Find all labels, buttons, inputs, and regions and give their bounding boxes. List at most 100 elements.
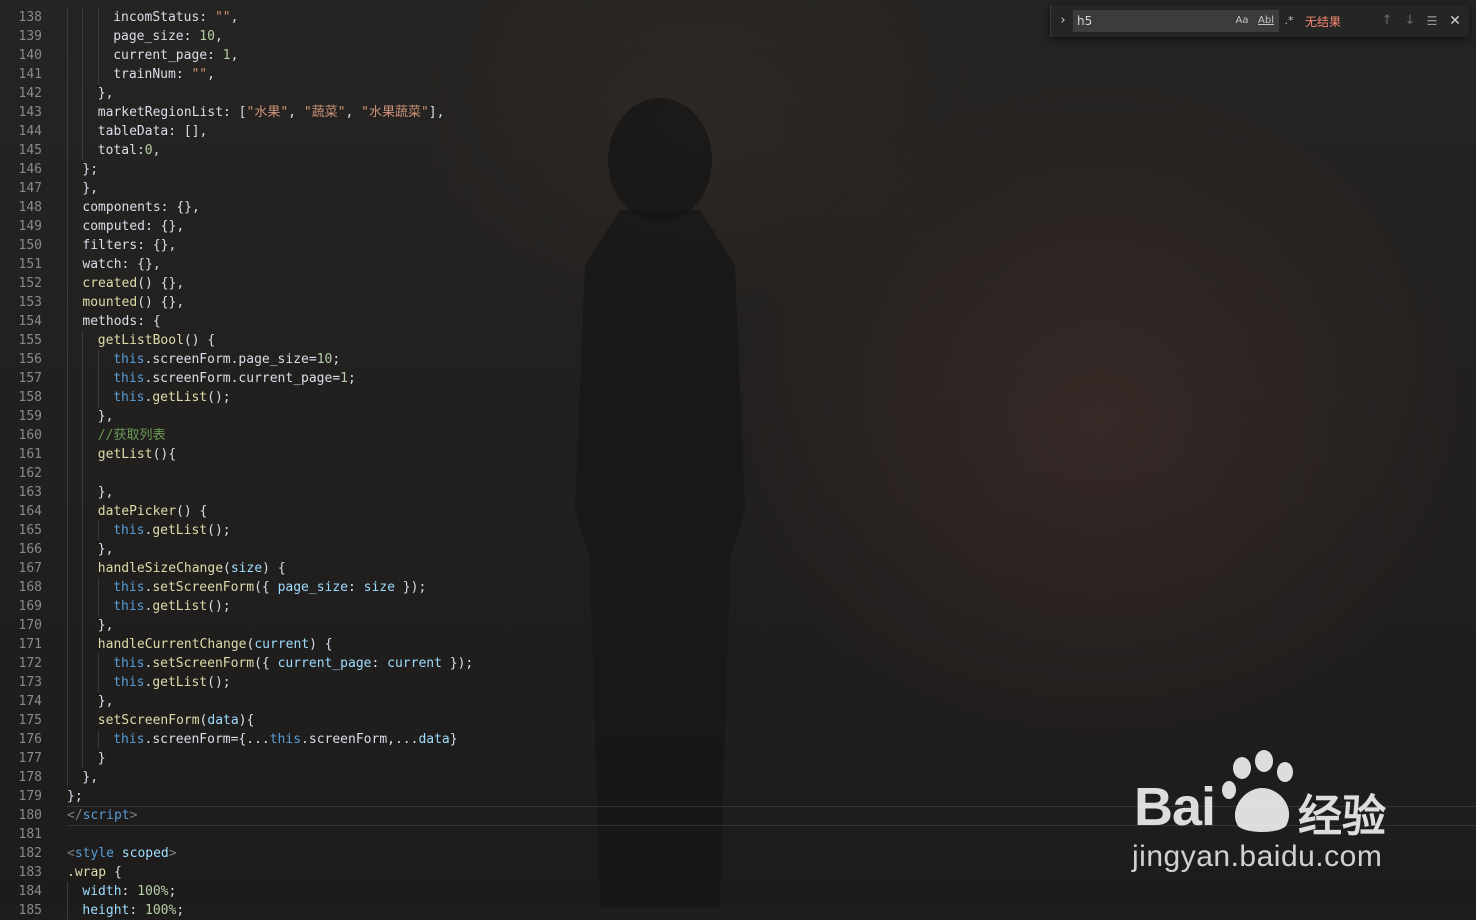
code-token: ;: [176, 903, 185, 918]
indent-guide: [67, 274, 68, 293]
code-token: watch: [82, 257, 122, 272]
code-line[interactable]: 163},: [0, 483, 1476, 502]
indent-guide: [67, 730, 68, 749]
code-line[interactable]: 162: [0, 464, 1476, 483]
code-line[interactable]: 164 datePicker() {: [0, 502, 1476, 521]
indent-guide: [67, 122, 68, 141]
code-line[interactable]: 159},: [0, 407, 1476, 426]
code-line[interactable]: 175 setScreenForm(data){: [0, 711, 1476, 730]
whole-word-icon[interactable]: Abl: [1256, 13, 1276, 29]
code-line[interactable]: 171 handleCurrentChange(current) {: [0, 635, 1476, 654]
code-token: ,: [230, 10, 239, 25]
code-token: :: [121, 884, 138, 899]
code-line[interactable]: 146};: [0, 160, 1476, 179]
code-line[interactable]: 176 this.screenForm={...this.screenForm,.…: [0, 730, 1476, 749]
code-line[interactable]: 174},: [0, 692, 1476, 711]
code-line[interactable]: 155 getListBool() {: [0, 331, 1476, 350]
code-text: marketRegionList: ["水果", "蔬菜", "水果蔬菜"],: [98, 103, 445, 122]
code-line[interactable]: 147},: [0, 179, 1476, 198]
find-input[interactable]: [1077, 10, 1227, 32]
code-token: : [],: [168, 124, 208, 139]
line-number: 160: [18, 428, 42, 443]
code-token: .wrap: [67, 865, 107, 880]
indent-guide: [67, 103, 68, 122]
code-line[interactable]: 160 //获取列表: [0, 426, 1476, 445]
code-line[interactable]: 144 tableData: [],: [0, 122, 1476, 141]
next-match-icon[interactable]: ↓: [1401, 12, 1419, 30]
code-token: };: [82, 162, 99, 177]
code-line[interactable]: 149 computed: {},: [0, 217, 1476, 236]
find-input-box: Aa Abl .*: [1073, 10, 1294, 32]
line-number: 185: [18, 903, 42, 918]
code-token: },: [82, 181, 99, 196]
code-text: created() {},: [82, 274, 184, 293]
code-token: this: [113, 390, 145, 405]
code-line[interactable]: 154 methods: {: [0, 312, 1476, 331]
code-text: width: 100%;: [82, 882, 176, 901]
line-number: 172: [18, 656, 42, 671]
indent-guide: [67, 312, 68, 331]
code-token: >: [129, 808, 138, 823]
code-text: this.screenForm.page_size=10;: [113, 350, 340, 369]
line-number: 165: [18, 523, 42, 538]
code-line[interactable]: 145 total:0,: [0, 141, 1476, 160]
find-in-selection-icon[interactable]: ☰: [1423, 12, 1441, 30]
code-line[interactable]: 168 this.setScreenForm({ page_size: size …: [0, 578, 1476, 597]
indent-guide: [82, 711, 84, 730]
code-text: };: [67, 787, 83, 806]
code-line[interactable]: 142},: [0, 84, 1476, 103]
code-line[interactable]: 173 this.getList();: [0, 673, 1476, 692]
code-line[interactable]: 153 mounted() {},: [0, 293, 1476, 312]
baidu-jingyan-watermark: Bai 经验 jingyan.baidu.com: [1130, 750, 1400, 880]
code-token: {: [106, 865, 122, 880]
code-line[interactable]: 150 filters: {},: [0, 236, 1476, 255]
code-line[interactable]: 141 trainNum: "",: [0, 65, 1476, 84]
code-line[interactable]: 161 getList(){: [0, 445, 1476, 464]
indent-guide: [67, 27, 68, 46]
indent-guide: [82, 483, 84, 502]
previous-match-icon[interactable]: ↑: [1378, 12, 1396, 30]
code-line[interactable]: 170},: [0, 616, 1476, 635]
line-number: 178: [18, 770, 42, 785]
code-line[interactable]: 148 components: {},: [0, 198, 1476, 217]
code-line[interactable]: 166},: [0, 540, 1476, 559]
line-number: 156: [18, 352, 42, 367]
code-line[interactable]: 169 this.getList();: [0, 597, 1476, 616]
indent-guide: [82, 578, 84, 597]
code-line[interactable]: 151 watch: {},: [0, 255, 1476, 274]
code-token: this: [113, 580, 145, 595]
code-token: current_page: [277, 656, 372, 671]
line-number: 162: [18, 466, 42, 481]
code-line[interactable]: 140 current_page: 1,: [0, 46, 1476, 65]
code-token: 100%: [137, 884, 169, 899]
code-token: style: [74, 846, 114, 861]
code-token: :: [371, 656, 388, 671]
line-number: 175: [18, 713, 42, 728]
code-text: </script>: [67, 806, 137, 825]
code-line[interactable]: 157 this.screenForm.current_page=1;: [0, 369, 1476, 388]
watermark-brand: Bai: [1134, 777, 1216, 837]
code-line[interactable]: 184 width: 100%;: [0, 882, 1476, 901]
line-number: 140: [18, 48, 42, 63]
code-token: this: [113, 675, 145, 690]
code-line[interactable]: 165 this.getList();: [0, 521, 1476, 540]
code-token: ) {: [309, 637, 333, 652]
regex-icon[interactable]: .*: [1280, 13, 1298, 29]
indent-guide: [67, 901, 68, 920]
code-line[interactable]: 158 this.getList();: [0, 388, 1476, 407]
match-case-icon[interactable]: Aa: [1233, 13, 1251, 29]
close-icon[interactable]: ✕: [1446, 12, 1464, 30]
code-line[interactable]: 152 created() {},: [0, 274, 1476, 293]
code-line[interactable]: 185 height: 100%;: [0, 901, 1476, 920]
find-status: 无结果: [1305, 15, 1342, 29]
indent-guide: [67, 8, 68, 27]
code-token: size: [363, 580, 395, 595]
code-line[interactable]: 156 this.screenForm.page_size=10;: [0, 350, 1476, 369]
indent-guide: [67, 65, 68, 84]
code-line[interactable]: 143 marketRegionList: ["水果", "蔬菜", "水果蔬菜"…: [0, 103, 1476, 122]
code-line[interactable]: 167 handleSizeChange(size) {: [0, 559, 1476, 578]
code-line[interactable]: 172 this.setScreenForm({ current_page: cu…: [0, 654, 1476, 673]
indent-guide: [82, 27, 84, 46]
toggle-replace-icon[interactable]: ›: [1055, 12, 1071, 30]
